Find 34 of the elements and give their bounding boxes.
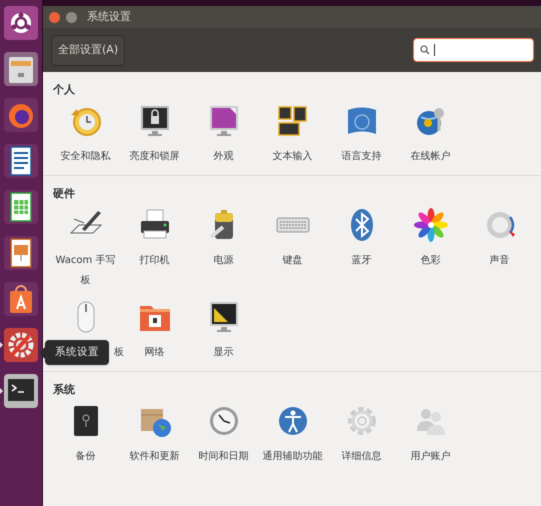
settings-item-label[interactable]: 打印机 [124, 251, 186, 271]
section-heading: 个人 [52, 84, 76, 95]
settings-item-label[interactable]: 时间和日期 [192, 447, 254, 467]
minimize-button[interactable] [66, 12, 77, 22]
settings-item-label[interactable]: 语言支持 [330, 147, 392, 167]
settings-item-label[interactable]: 详细信息 [330, 447, 392, 467]
settings-item-label[interactable]: Wacom 手写板 [54, 251, 116, 291]
settings-item-label[interactable]: 通用辅助功能 [262, 447, 324, 467]
settings-item-label[interactable]: 文本输入 [262, 147, 324, 167]
settings-item-label[interactable]: 外观 [192, 147, 254, 167]
settings-item-label[interactable]: 备份 [54, 447, 116, 467]
settings-item-label[interactable]: 色彩 [400, 251, 462, 271]
settings-item-label[interactable]: 声音 [468, 251, 530, 271]
section-heading: 系统 [52, 384, 76, 395]
color-wheel-icon[interactable] [412, 207, 448, 243]
settings-item-label[interactable]: 蓝牙 [330, 251, 392, 271]
window-title: 系统设置 [87, 8, 131, 25]
all-settings-button[interactable]: 全部设置(A) [51, 34, 126, 66]
section-heading: 硬件 [52, 188, 76, 199]
settings-item-label[interactable]: 电源 [192, 251, 254, 271]
settings-item-label[interactable]: 软件和更新 [124, 447, 186, 467]
text-cursor [434, 44, 435, 56]
settings-item-label[interactable]: 在线帐户 [400, 147, 462, 167]
settings-item-label[interactable]: 键盘 [262, 251, 324, 271]
settings-item-label[interactable]: 用户账户 [400, 447, 462, 467]
tooltip: 系统设置 [45, 340, 109, 365]
settings-item-label[interactable]: 板 [114, 343, 124, 363]
search-field[interactable] [413, 38, 534, 62]
settings-item-label[interactable]: 亮度和锁屏 [124, 147, 186, 167]
close-button[interactable] [49, 12, 60, 22]
search-icon [420, 45, 430, 55]
settings-item-label[interactable]: 网络 [124, 343, 186, 363]
settings-item-label[interactable]: 显示 [192, 343, 254, 363]
settings-item-label[interactable]: 安全和隐私 [54, 147, 116, 167]
